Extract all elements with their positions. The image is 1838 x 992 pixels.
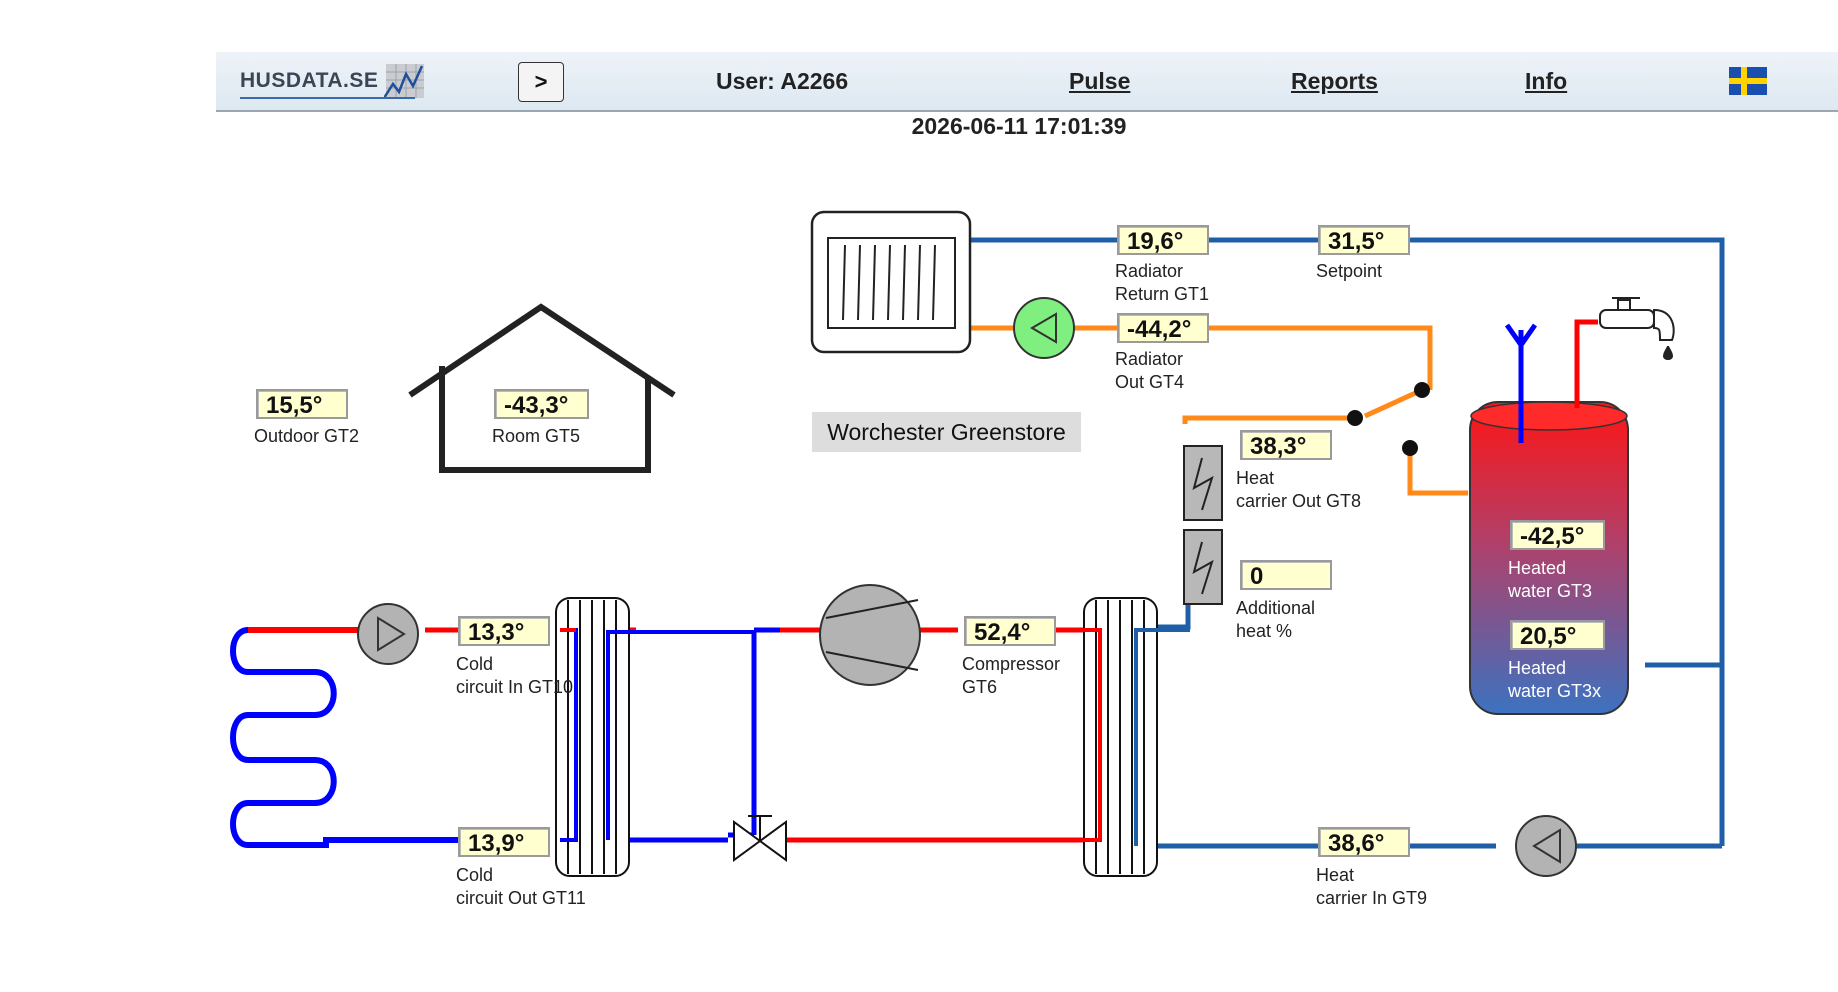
heat-carrier-out-gt8-value: 38,3° <box>1240 430 1332 460</box>
setpoint-value: 31,5° <box>1318 225 1410 255</box>
heat-pump-diagram <box>230 210 1725 877</box>
heated-water-gt3-label: Heated water GT3 <box>1508 558 1593 601</box>
heat-carrier-pipes <box>1129 605 1722 849</box>
condenser-exchanger <box>1083 597 1158 877</box>
radiator-out-gt4-label: Radiator Out GT4 <box>1115 349 1185 392</box>
heat-carrier-in-gt9-label: Heat carrier In GT9 <box>1316 865 1428 908</box>
radiator-return-gt1-label: Radiator Return GT1 <box>1115 261 1210 304</box>
heated-water-gt3-value: -42,5° <box>1510 520 1605 550</box>
radiator-return-gt1-value: 19,6° <box>1117 225 1209 255</box>
electric-heater-icon <box>1183 445 1223 605</box>
compressor-icon <box>819 584 921 686</box>
ground-collector-loop <box>230 627 458 848</box>
outdoor-gt2-value: 15,5° <box>256 389 348 419</box>
compressor-gt6-value: 52,4° <box>964 616 1056 646</box>
heat-carrier-in-gt9-value: 38,6° <box>1318 827 1410 857</box>
radiator-pump-icon <box>1013 297 1075 359</box>
evaporator-exchanger <box>555 597 630 877</box>
radiator-icon <box>810 210 972 354</box>
system-name-label: Worchester Greenstore <box>812 412 1081 452</box>
heat-carrier-out-gt8-label: Heat carrier Out GT8 <box>1236 468 1362 511</box>
cold-circuit-out-gt11-value: 13,9° <box>458 827 550 857</box>
heated-water-gt3x-value: 20,5° <box>1510 620 1605 650</box>
cold-circuit-in-gt10-label: Cold circuit In GT10 <box>456 654 574 697</box>
cold-circuit-in-gt10-value: 13,3° <box>458 616 550 646</box>
brine-pump-icon <box>357 603 419 665</box>
heated-water-gt3x-label: Heated water GT3x <box>1508 658 1602 701</box>
compressor-gt6-label: Compressor GT6 <box>962 654 1061 697</box>
cold-circuit-out-gt11-label: Cold circuit Out GT11 <box>456 865 586 908</box>
room-gt5-label: Room GT5 <box>492 426 581 446</box>
setpoint-label: Setpoint <box>1316 261 1383 281</box>
expansion-valve-icon <box>733 815 787 862</box>
additional-heat-value: 0 <box>1240 560 1332 590</box>
faucet-icon <box>1599 297 1675 360</box>
radiator-out-gt4-value: -44,2° <box>1117 313 1209 343</box>
room-gt5-value: -43,3° <box>494 389 589 419</box>
additional-heat-label: Additional heat % <box>1236 598 1316 641</box>
switch-valve <box>1347 382 1430 456</box>
outdoor-gt2-label: Outdoor GT2 <box>254 426 360 446</box>
heat-carrier-pump-icon <box>1515 815 1577 877</box>
